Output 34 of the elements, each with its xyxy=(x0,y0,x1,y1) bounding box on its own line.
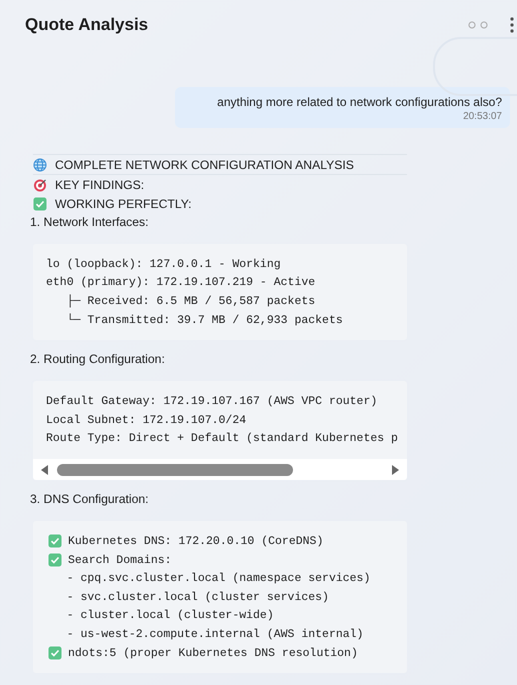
code-line: eth0 (primary): 172.19.107.219 - Active xyxy=(46,276,316,290)
code-line: - cpq.svc.cluster.local (namespace services) xyxy=(66,572,370,586)
scroll-left-icon[interactable] xyxy=(41,464,49,475)
globe-icon xyxy=(33,158,47,172)
section-title: 1. Network Interfaces: xyxy=(30,214,150,231)
code-line: Local Subnet: 172.19.107.0/24 xyxy=(46,414,246,427)
code-line: - us-west-2.compute.internal (AWS internal) xyxy=(66,628,364,641)
code-line: ndots:5 (proper Kubernetes DNS resolution) xyxy=(68,646,358,660)
message-text: anything more related to network configurations also? xyxy=(216,95,502,109)
reply-heading: WORKING PERFECTLY: xyxy=(55,196,192,210)
reply-heading: COMPLETE NETWORK CONFIGURATION ANALYSIS xyxy=(55,158,354,172)
reply-heading: KEY FINDINGS: xyxy=(55,178,144,192)
section-title: 3. DNS Configuration: xyxy=(30,491,150,508)
code-line: lo (loopback): 127.0.0.1 - Working xyxy=(46,258,281,271)
code-line: Kubernetes DNS: 172.20.0.10 (CoreDNS) xyxy=(68,534,324,548)
code-line: Default Gateway: 172.19.107.167 (AWS VPC router) xyxy=(46,395,378,408)
code-line: Route Type: Direct + Default (standard Kubernetes p xyxy=(46,432,398,446)
more-icon[interactable] xyxy=(510,17,514,33)
code-line: └─ Transmitted: 39.7 MB / 62,933 packets xyxy=(66,314,343,327)
code-line: - svc.cluster.local (cluster services) xyxy=(66,590,329,604)
target-icon xyxy=(33,178,47,192)
scroll-right-icon[interactable] xyxy=(391,464,399,475)
check-icon xyxy=(48,534,62,548)
code-line: ├─ Received: 6.5 MB / 56,587 packets xyxy=(66,294,316,308)
section-title: 2. Routing Configuration: xyxy=(30,351,166,368)
code-line: Search Domains: xyxy=(68,554,172,567)
message-time: 20:53:07 xyxy=(462,111,502,122)
check-icon xyxy=(33,196,47,210)
code-line: - cluster.local (cluster-wide) xyxy=(66,609,274,622)
check-icon xyxy=(48,553,62,568)
check-icon xyxy=(48,646,62,660)
scrollbar-thumb[interactable] xyxy=(57,464,293,476)
chat-title: Quote Analysis xyxy=(25,15,150,35)
status-dots-icon xyxy=(468,21,490,29)
